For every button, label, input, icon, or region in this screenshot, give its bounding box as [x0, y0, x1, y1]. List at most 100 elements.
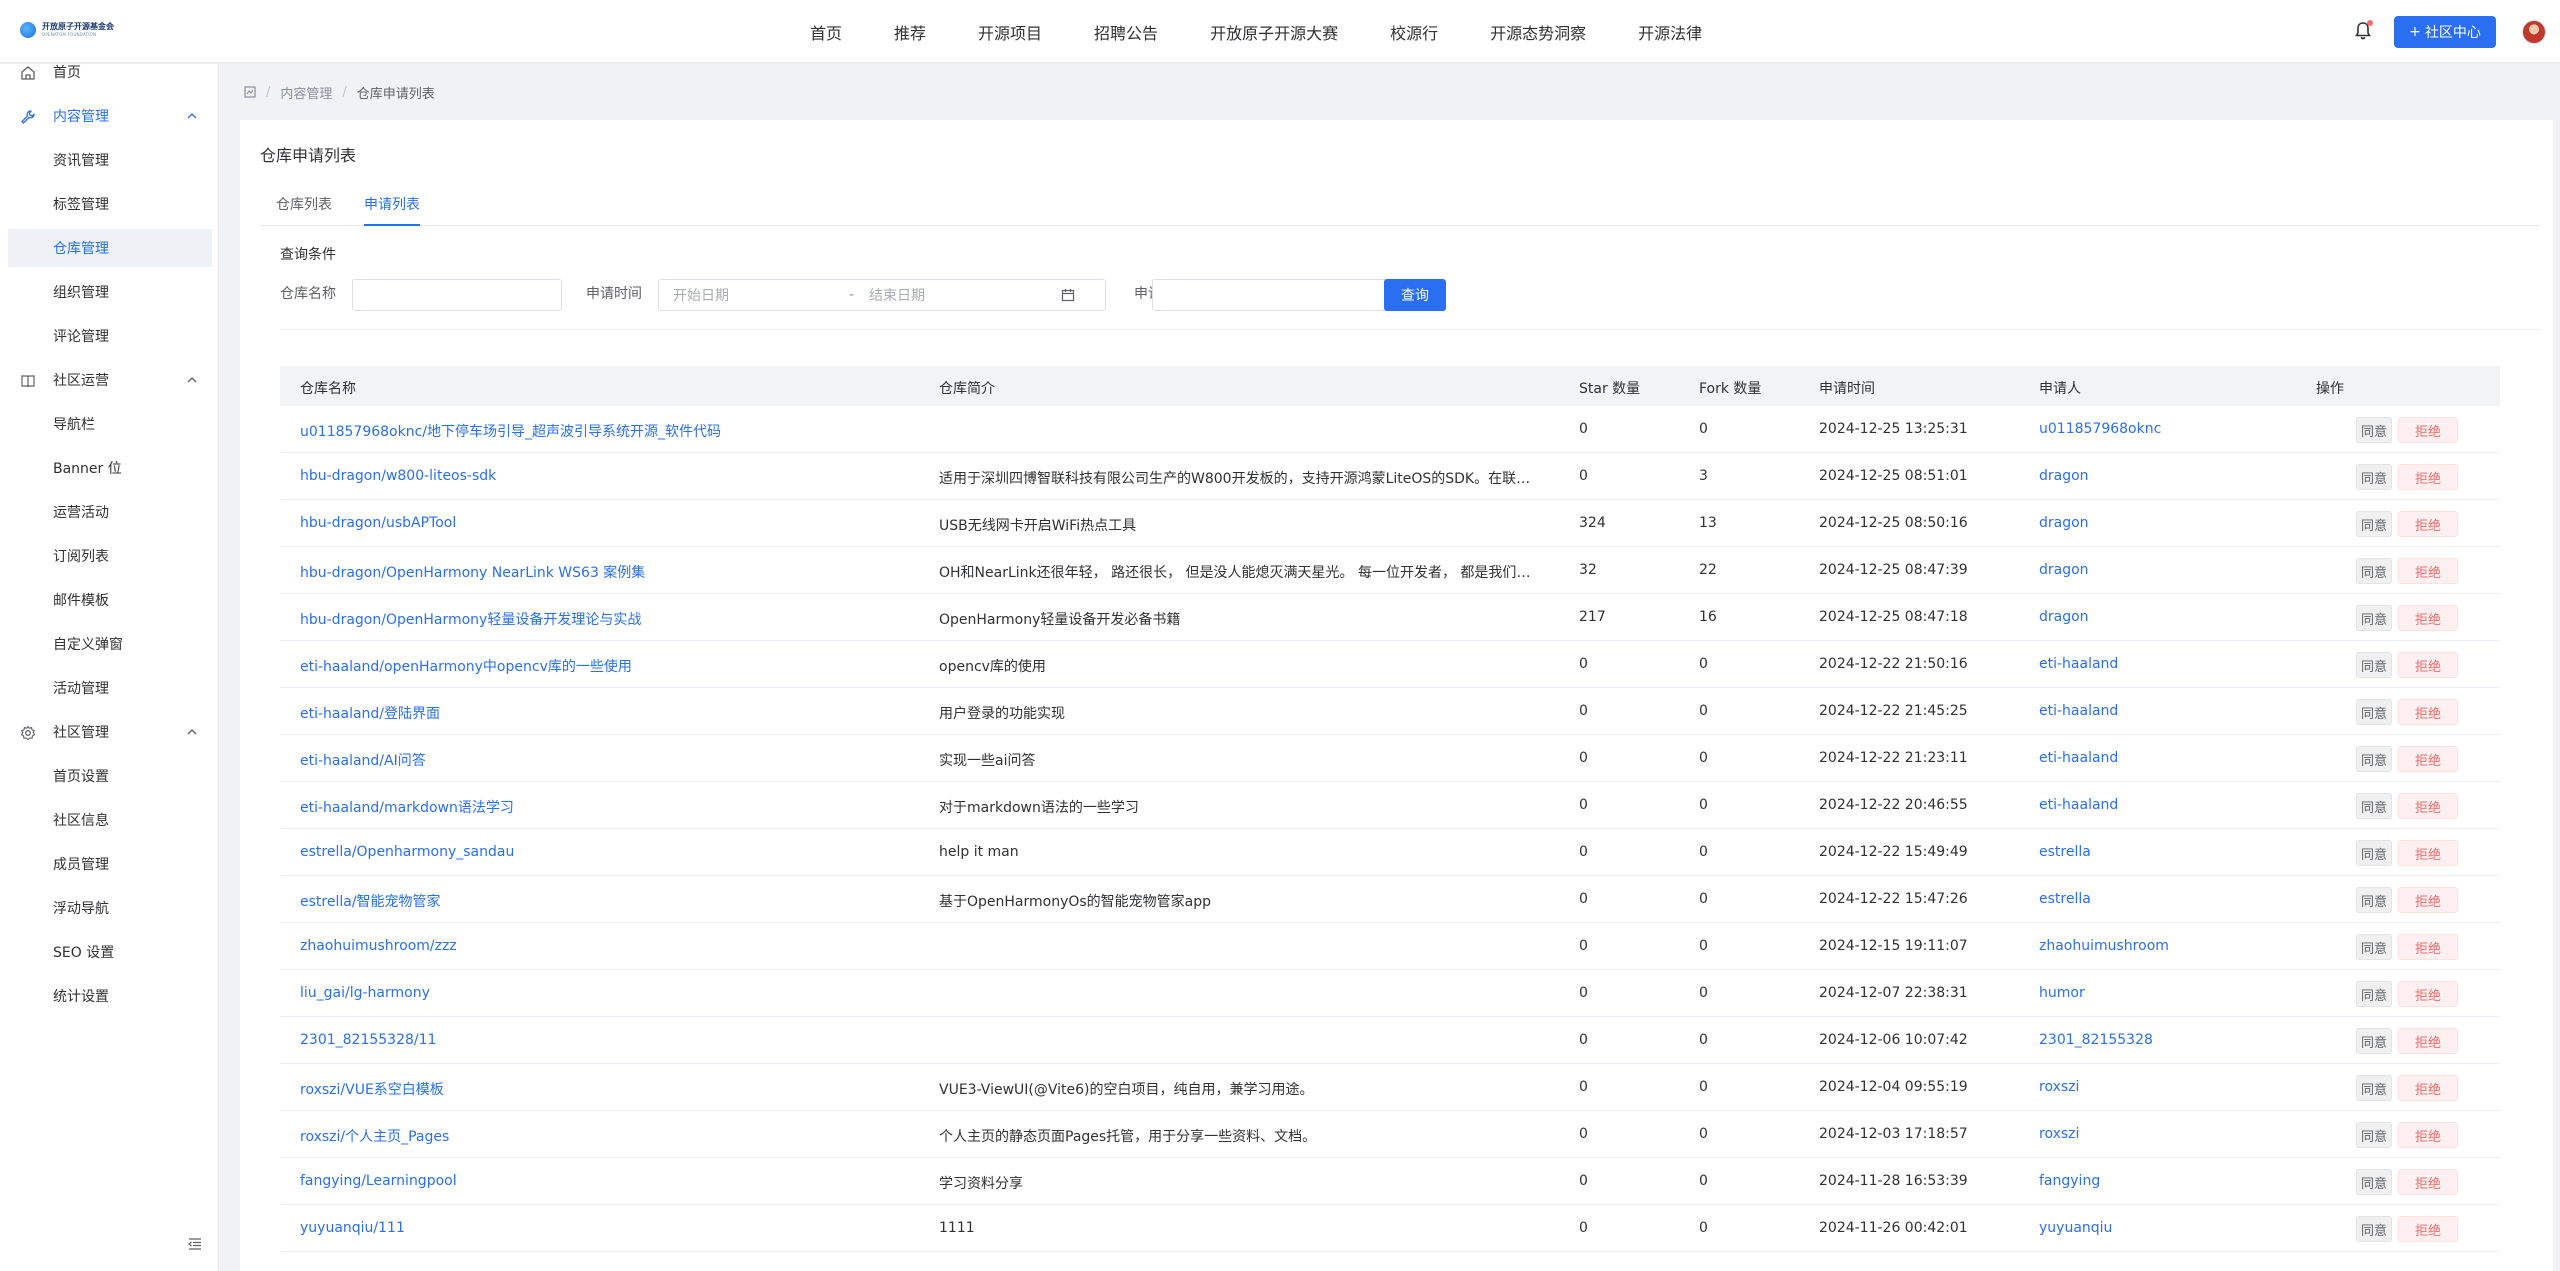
reject-button[interactable]: 拒绝: [2398, 793, 2458, 819]
agree-button[interactable]: 同意: [2356, 652, 2392, 678]
breadcrumb-home-icon[interactable]: [244, 86, 256, 98]
reject-button[interactable]: 拒绝: [2398, 981, 2458, 1007]
agree-button[interactable]: 同意: [2356, 1075, 2392, 1101]
sidebar-item[interactable]: 仓库管理: [8, 229, 212, 267]
sidebar-item[interactable]: 首页设置: [0, 757, 219, 795]
end-date-placeholder[interactable]: 结束日期: [869, 285, 925, 305]
community-center-button[interactable]: + 社区中心: [2394, 16, 2496, 48]
applicant-link[interactable]: u011857968oknc: [2039, 421, 2319, 437]
sidebar-item[interactable]: 活动管理: [0, 669, 219, 707]
user-avatar[interactable]: [2522, 20, 2546, 44]
reject-button[interactable]: 拒绝: [2398, 699, 2458, 725]
sidebar-item[interactable]: 统计设置: [0, 977, 219, 1015]
agree-button[interactable]: 同意: [2356, 511, 2392, 537]
repo-name-link[interactable]: eti-haaland/登陆界面: [300, 703, 900, 723]
agree-button[interactable]: 同意: [2356, 464, 2392, 490]
repo-name-link[interactable]: roxszi/个人主页_Pages: [300, 1126, 900, 1146]
repo-name-link[interactable]: yuyuanqiu/111: [300, 1220, 900, 1236]
reject-button[interactable]: 拒绝: [2398, 558, 2458, 584]
agree-button[interactable]: 同意: [2356, 981, 2392, 1007]
reject-button[interactable]: 拒绝: [2398, 1122, 2458, 1148]
repo-name-link[interactable]: fangying/Learningpool: [300, 1173, 900, 1189]
agree-button[interactable]: 同意: [2356, 605, 2392, 631]
applicant-link[interactable]: dragon: [2039, 562, 2319, 578]
applicant-link[interactable]: dragon: [2039, 609, 2319, 625]
sidebar-item[interactable]: 社区管理: [0, 713, 219, 751]
applicant-input[interactable]: [1152, 279, 1408, 311]
nav-item[interactable]: 校源行: [1390, 20, 1438, 44]
agree-button[interactable]: 同意: [2356, 558, 2392, 584]
reject-button[interactable]: 拒绝: [2398, 464, 2458, 490]
nav-item[interactable]: 招聘公告: [1094, 20, 1158, 44]
sidebar-item[interactable]: Banner 位: [0, 449, 219, 487]
sidebar-item[interactable]: 首页: [0, 53, 219, 91]
reject-button[interactable]: 拒绝: [2398, 1075, 2458, 1101]
nav-item[interactable]: 首页: [810, 20, 842, 44]
sidebar-item[interactable]: 邮件模板: [0, 581, 219, 619]
repo-name-link[interactable]: estrella/Openharmony_sandau: [300, 844, 900, 860]
date-range-picker[interactable]: 开始日期 - 结束日期: [658, 279, 1106, 311]
collapse-sidebar-icon[interactable]: [188, 1237, 202, 1251]
nav-item[interactable]: 推荐: [894, 20, 926, 44]
sidebar-item[interactable]: 成员管理: [0, 845, 219, 883]
repo-name-link[interactable]: eti-haaland/AI问答: [300, 750, 900, 770]
agree-button[interactable]: 同意: [2356, 1216, 2392, 1242]
agree-button[interactable]: 同意: [2356, 793, 2392, 819]
breadcrumb-parent[interactable]: 内容管理: [280, 83, 332, 102]
repo-name-link[interactable]: 2301_82155328/11: [300, 1032, 900, 1048]
repo-name-link[interactable]: eti-haaland/openHarmony中opencv库的一些使用: [300, 656, 900, 676]
reject-button[interactable]: 拒绝: [2398, 652, 2458, 678]
reject-button[interactable]: 拒绝: [2398, 887, 2458, 913]
applicant-link[interactable]: eti-haaland: [2039, 656, 2319, 672]
sidebar-item[interactable]: 社区运营: [0, 361, 219, 399]
applicant-link[interactable]: eti-haaland: [2039, 703, 2319, 719]
sidebar-item[interactable]: 资讯管理: [0, 141, 219, 179]
applicant-link[interactable]: roxszi: [2039, 1126, 2319, 1142]
repo-name-link[interactable]: zhaohuimushroom/zzz: [300, 938, 900, 954]
applicant-link[interactable]: 2301_82155328: [2039, 1032, 2319, 1048]
applicant-link[interactable]: zhaohuimushroom: [2039, 938, 2319, 954]
applicant-link[interactable]: humor: [2039, 985, 2319, 1001]
applicant-link[interactable]: eti-haaland: [2039, 750, 2319, 766]
tab-apply-list[interactable]: 申请列表: [364, 194, 420, 226]
applicant-link[interactable]: roxszi: [2039, 1079, 2319, 1095]
sidebar-item[interactable]: SEO 设置: [0, 933, 219, 971]
tab-repo-list[interactable]: 仓库列表: [276, 194, 332, 224]
start-date-placeholder[interactable]: 开始日期: [673, 285, 729, 305]
agree-button[interactable]: 同意: [2356, 840, 2392, 866]
search-button[interactable]: 查询: [1384, 279, 1446, 311]
reject-button[interactable]: 拒绝: [2398, 934, 2458, 960]
repo-name-link[interactable]: eti-haaland/markdown语法学习: [300, 797, 900, 817]
repo-name-link[interactable]: hbu-dragon/OpenHarmony轻量设备开发理论与实战: [300, 609, 900, 629]
reject-button[interactable]: 拒绝: [2398, 1028, 2458, 1054]
sidebar-item[interactable]: 自定义弹窗: [0, 625, 219, 663]
repo-name-link[interactable]: hbu-dragon/w800-liteos-sdk: [300, 468, 900, 484]
sidebar-item[interactable]: 导航栏: [0, 405, 219, 443]
applicant-link[interactable]: fangying: [2039, 1173, 2319, 1189]
repo-name-link[interactable]: hbu-dragon/OpenHarmony NearLink WS63 案例集: [300, 562, 900, 582]
reject-button[interactable]: 拒绝: [2398, 1169, 2458, 1195]
applicant-link[interactable]: dragon: [2039, 468, 2319, 484]
agree-button[interactable]: 同意: [2356, 887, 2392, 913]
reject-button[interactable]: 拒绝: [2398, 417, 2458, 443]
reject-button[interactable]: 拒绝: [2398, 746, 2458, 772]
nav-item[interactable]: 开源法律: [1638, 20, 1702, 44]
nav-item[interactable]: 开源态势洞察: [1490, 20, 1586, 44]
agree-button[interactable]: 同意: [2356, 934, 2392, 960]
repo-name-link[interactable]: hbu-dragon/usbAPTool: [300, 515, 900, 531]
sidebar-item[interactable]: 组织管理: [0, 273, 219, 311]
repo-name-link[interactable]: u011857968oknc/地下停车场引导_超声波引导系统开源_软件代码: [300, 421, 900, 441]
sidebar-item[interactable]: 浮动导航: [0, 889, 219, 927]
agree-button[interactable]: 同意: [2356, 746, 2392, 772]
reject-button[interactable]: 拒绝: [2398, 511, 2458, 537]
reject-button[interactable]: 拒绝: [2398, 840, 2458, 866]
agree-button[interactable]: 同意: [2356, 1028, 2392, 1054]
reject-button[interactable]: 拒绝: [2398, 605, 2458, 631]
applicant-link[interactable]: estrella: [2039, 844, 2319, 860]
agree-button[interactable]: 同意: [2356, 1169, 2392, 1195]
nav-item[interactable]: 开放原子开源大赛: [1210, 20, 1338, 44]
agree-button[interactable]: 同意: [2356, 1122, 2392, 1148]
agree-button[interactable]: 同意: [2356, 699, 2392, 725]
repo-name-link[interactable]: liu_gai/lg-harmony: [300, 985, 900, 1001]
applicant-link[interactable]: dragon: [2039, 515, 2319, 531]
